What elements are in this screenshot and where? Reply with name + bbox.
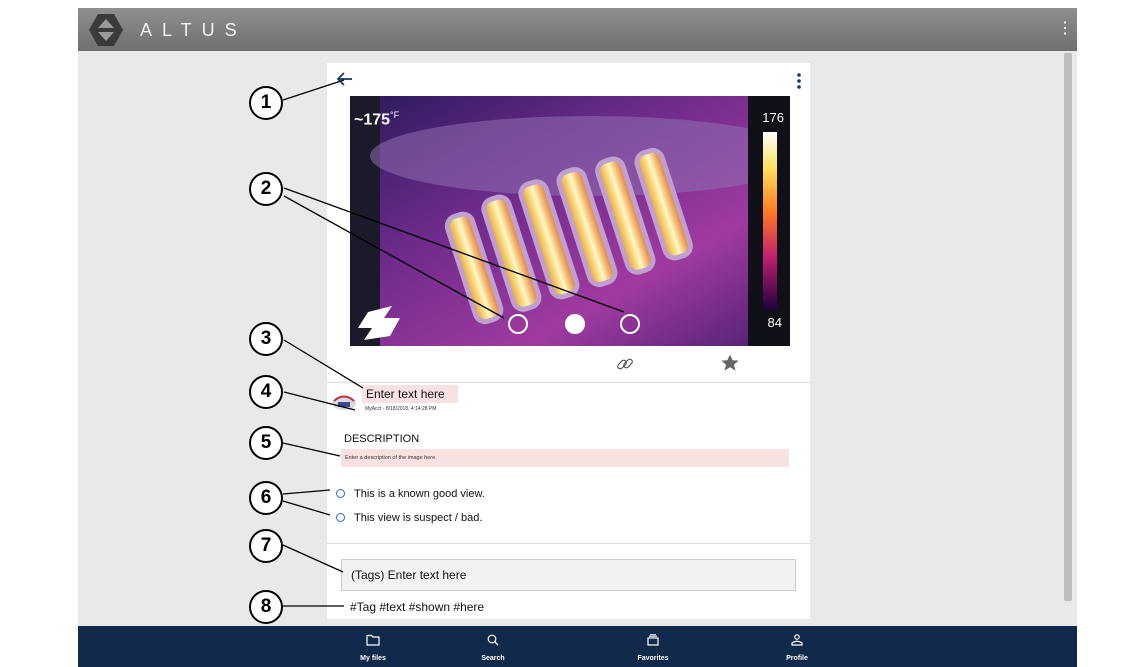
callout-1: 1 xyxy=(249,86,283,120)
pagination-dot[interactable] xyxy=(620,314,640,334)
tags-list: #Tag #text #shown #here xyxy=(350,600,485,614)
known-good-option[interactable]: This is a known good view. xyxy=(336,486,485,502)
nav-search[interactable]: Search xyxy=(453,626,533,667)
callout-4: 4 xyxy=(249,375,283,409)
image-actions-row xyxy=(327,346,810,383)
author-timestamp: MyAcct - 8/18/2018, 4:14:28 PM xyxy=(365,406,437,412)
image-detail-card: ~175°F 176 84 Enter text here MyAcct - 8… xyxy=(327,63,810,619)
suspect-bad-option[interactable]: This view is suspect / bad. xyxy=(336,510,482,526)
more-options-icon[interactable] xyxy=(796,73,802,89)
scale-max-label: 176 xyxy=(762,110,784,125)
scale-min-label: 84 xyxy=(767,315,782,330)
nav-label: Profile xyxy=(786,655,808,662)
folder-icon xyxy=(366,634,380,646)
avatar xyxy=(332,395,356,410)
callout-8: 8 xyxy=(249,590,283,624)
bottom-nav: My files Search Favorites Profile xyxy=(78,626,1077,667)
search-icon xyxy=(487,634,499,646)
description-field[interactable]: Enter a description of the image here. xyxy=(341,449,789,467)
thermal-image: ~175°F 176 84 xyxy=(350,96,790,346)
nav-favorites[interactable]: Favorites xyxy=(613,626,693,667)
title-field[interactable]: Enter text here xyxy=(362,385,458,403)
temperature-readout: ~175°F xyxy=(354,110,400,129)
nav-label: Favorites xyxy=(637,655,669,662)
description-heading: DESCRIPTION xyxy=(344,433,420,445)
app-window: ALTUS ⋮ ~175°F 176 84 Enter text here My… xyxy=(78,8,1077,667)
radio-button-icon[interactable] xyxy=(336,488,345,498)
thermal-image-picture xyxy=(350,96,790,346)
callout-6: 6 xyxy=(249,481,283,515)
pagination-dot-active[interactable] xyxy=(565,314,585,334)
callout-2: 2 xyxy=(249,172,283,206)
callout-7: 7 xyxy=(249,529,283,563)
favorites-icon xyxy=(647,634,659,646)
nav-profile[interactable]: Profile xyxy=(757,626,837,667)
brand-name: ALTUS xyxy=(140,20,247,40)
scrollbar[interactable] xyxy=(1064,53,1072,601)
callout-3: 3 xyxy=(249,322,283,356)
nav-my-files[interactable]: My files xyxy=(333,626,413,667)
back-arrow-icon[interactable] xyxy=(335,71,355,87)
divider xyxy=(327,543,810,544)
callout-5: 5 xyxy=(249,426,283,460)
radio-button-icon[interactable] xyxy=(336,512,345,522)
nav-label: My files xyxy=(360,655,386,662)
profile-icon xyxy=(791,634,803,646)
tags-input[interactable]: (Tags) Enter text here xyxy=(341,559,796,591)
link-icon[interactable] xyxy=(615,354,635,374)
pagination-dot[interactable] xyxy=(508,314,528,334)
option-label: This is a known good view. xyxy=(354,488,485,500)
altus-logo-icon xyxy=(89,14,123,46)
nav-label: Search xyxy=(481,655,505,662)
app-menu-icon[interactable]: ⋮ xyxy=(1057,18,1073,40)
star-icon[interactable] xyxy=(720,353,740,373)
option-label: This view is suspect / bad. xyxy=(354,512,483,524)
top-bar: ALTUS ⋮ xyxy=(78,8,1077,51)
